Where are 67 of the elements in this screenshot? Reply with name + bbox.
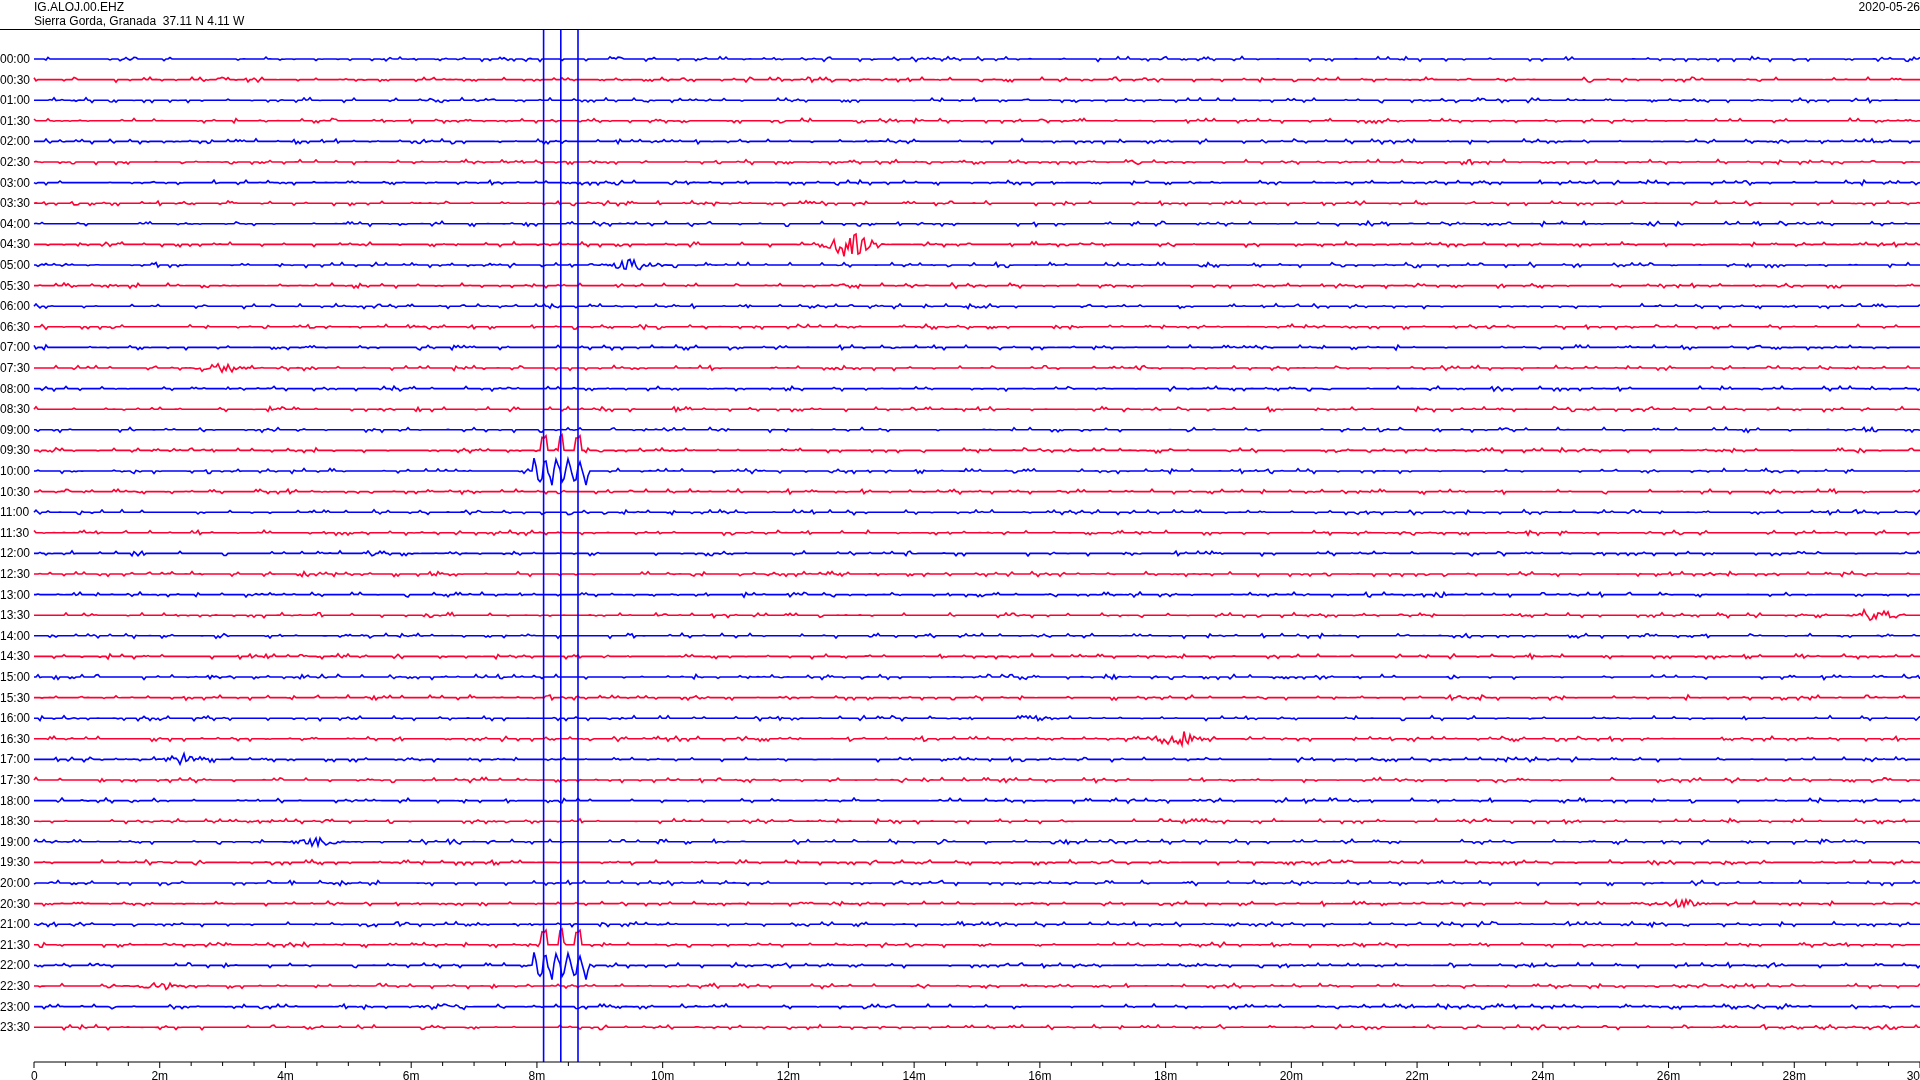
time-label: 21:30 [0,937,31,952]
axis-label: 12m [776,1069,801,1080]
time-label: 05:30 [0,278,31,293]
axis-label: 2m [151,1069,169,1080]
time-label: 07:30 [0,361,31,375]
time-label: 08:00 [0,381,31,396]
time-label: 09:00 [0,422,31,437]
time-label: 14:00 [0,628,31,643]
time-label: 06:30 [0,319,31,334]
axis-label: 30 [1906,1069,1920,1080]
time-label: 09:30 [0,443,31,458]
time-label: 15:00 [0,670,31,684]
time-label: 18:30 [0,814,31,829]
time-label: 18:00 [0,793,31,808]
time-label: 01:30 [0,113,31,128]
time-label: 01:00 [0,93,31,108]
axis-label: 0 [31,1069,38,1080]
axis-label: 28m [1782,1069,1806,1080]
time-label: 20:30 [0,896,31,911]
time-label: 02:00 [0,134,31,149]
time-label: 05:00 [0,258,31,272]
axis-label: 26m [1656,1069,1681,1080]
time-label: 12:00 [0,546,31,561]
axis-label: 18m [1153,1069,1178,1080]
time-label: 02:30 [0,155,31,169]
time-label: 14:30 [0,649,31,664]
time-label: 03:00 [0,175,31,190]
time-label: 00:30 [0,72,31,87]
time-label: 13:00 [0,587,31,602]
time-label: 19:00 [0,834,31,849]
station-location: Sierra Gorda, Granada 37.11 N 4.11 W [34,14,245,28]
axis-label: 10m [651,1069,675,1080]
time-label: 08:30 [0,402,31,417]
time-label: 03:30 [0,196,31,211]
time-label: 16:30 [0,731,31,746]
time-label: 22:30 [0,979,31,993]
time-label: 07:00 [0,340,31,355]
time-label: 13:30 [0,608,31,623]
time-label: 10:00 [0,464,31,478]
time-label: 04:00 [0,216,31,231]
time-label: 16:00 [0,711,31,726]
time-label: 17:00 [0,752,31,767]
station-code: IG.ALOJ.00.EHZ [34,0,126,14]
axis-label: 6m [402,1069,420,1080]
time-label: 22:00 [0,958,31,973]
time-label: 23:30 [0,1020,31,1035]
axis-label: 16m [1028,1069,1052,1080]
time-label: 15:30 [0,690,31,705]
time-label: 23:00 [0,999,31,1014]
time-label: 06:00 [0,299,31,314]
time-label: 10:30 [0,484,31,499]
time-label: 21:00 [0,917,31,932]
axis-label: 4m [277,1069,294,1080]
time-label: 19:30 [0,855,31,870]
axis-label: 14m [902,1069,926,1080]
axis-label: 22m [1405,1069,1429,1080]
axis-label: 24m [1531,1069,1555,1080]
time-label: 12:30 [0,567,31,581]
time-label: 00:00 [0,52,31,66]
axis-label: 8m [528,1069,546,1080]
axis-label: 20m [1279,1069,1303,1080]
time-label: 04:30 [0,237,31,252]
time-label: 20:00 [0,876,31,890]
time-label: 11:00 [0,505,30,520]
time-label: 11:30 [0,525,30,540]
time-label: 17:30 [0,773,31,787]
date-label: 2020-05-26 [1858,0,1920,16]
